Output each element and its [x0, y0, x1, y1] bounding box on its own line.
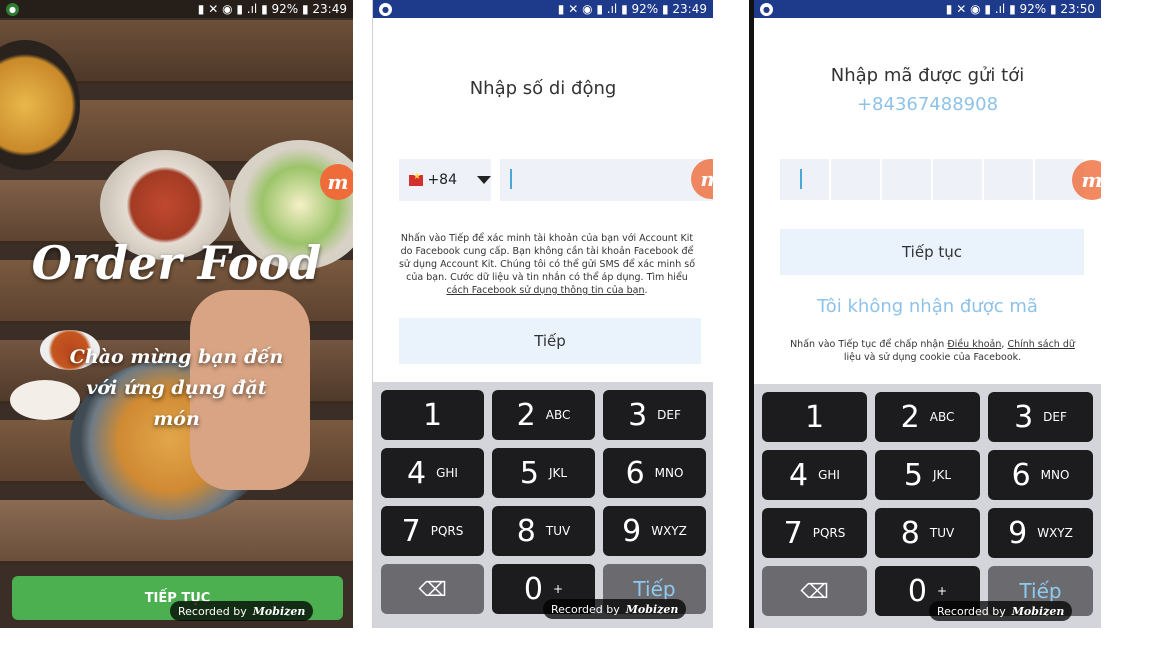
account-kit-disclaimer: Nhấn vào Tiếp để xác minh tài khoản của …	[398, 233, 696, 296]
key-4[interactable]: 4 GHI	[762, 450, 867, 500]
food-background	[0, 0, 353, 628]
target-phone-number: +84367488908	[856, 94, 999, 115]
continue-button[interactable]: Tiếp tục	[780, 229, 1084, 275]
terms-link[interactable]: Điều khoản	[947, 339, 1001, 350]
privacy-link[interactable]: cách Facebook sử dụng thông tin của bạn	[446, 285, 644, 296]
status-bar: ● ▮ ✕ ◉ ▮ .ıl ▮ 92% ▮ 23:49	[0, 0, 353, 18]
code-digit-3[interactable]	[882, 159, 931, 200]
code-digit-2[interactable]	[831, 159, 880, 200]
key-9[interactable]: 9 WXYZ	[603, 506, 706, 556]
key-3[interactable]: 3 DEF	[603, 390, 706, 440]
text-cursor	[510, 169, 512, 189]
verification-code-input[interactable]	[780, 159, 1084, 200]
welcome-subtitle: Chào mừng bạn đến với ứng dụng đặt món	[69, 346, 284, 430]
backspace-key[interactable]: ⌫	[762, 566, 867, 616]
app-notification-icon: ●	[6, 2, 19, 16]
key-8[interactable]: 8 TUV	[875, 508, 980, 558]
key-1[interactable]: 1	[381, 390, 484, 440]
key-6[interactable]: 6 MNO	[988, 450, 1093, 500]
key-4[interactable]: 4 GHI	[381, 448, 484, 498]
page-title: Nhập mã được gửi tới	[830, 65, 1025, 86]
app-notification-icon: ●	[760, 2, 773, 16]
next-button[interactable]: Tiếp	[399, 318, 701, 364]
phone-number-input[interactable]	[500, 159, 713, 201]
key-5[interactable]: 5 JKL	[875, 450, 980, 500]
numeric-keypad: 1 2 ABC 3 DEF 4 GHI 5 JKL 6 MNO 7 PQRS 8 TUV 9 WXYZ ⌫ 0 + Ti…	[373, 382, 713, 628]
key-7[interactable]: 7 PQRS	[381, 506, 484, 556]
key-3[interactable]: 3 DEF	[988, 392, 1093, 442]
key-2[interactable]: 2 ABC	[875, 392, 980, 442]
key-9[interactable]: 9 WXYZ	[988, 508, 1093, 558]
backspace-icon: ⌫	[800, 579, 829, 603]
mobizen-logo-icon[interactable]: m	[320, 164, 353, 200]
chevron-down-icon	[477, 176, 491, 184]
text-cursor	[800, 169, 802, 189]
app-title: Order Food	[31, 236, 322, 290]
phone-entry-screen: ● ▮ ✕ ◉ ▮ .ıl ▮ 92% ▮ 23:49 Nhập số di đ…	[372, 0, 713, 628]
terms-text: Nhấn vào Tiếp tục để chấp nhận Điều khoả…	[790, 339, 1075, 363]
backspace-key[interactable]: ⌫	[381, 564, 484, 614]
page-title: Nhập số di động	[469, 78, 617, 99]
numeric-keypad: 1 2 ABC 3 DEF 4 GHI 5 JKL 6 MNO 7 PQRS 8 TUV 9 WXYZ ⌫ 0 + Ti…	[754, 384, 1101, 628]
recorded-watermark: Recorded by Mobizen	[170, 601, 314, 621]
code-digit-5[interactable]	[984, 159, 1033, 200]
vietnam-flag-icon	[409, 172, 424, 186]
recorded-watermark: Recorded by Mobizen	[929, 601, 1073, 621]
resend-code-link[interactable]: Tôi không nhận được mã	[754, 296, 1101, 317]
status-bar: ● ▮ ✕ ◉ ▮ .ıl ▮ 92% ▮ 23:49	[373, 0, 713, 18]
app-notification-icon: ●	[379, 2, 392, 16]
country-code-select[interactable]: +84	[399, 159, 491, 201]
key-1[interactable]: 1	[762, 392, 867, 442]
data-policy-link[interactable]: Chính sách dữ	[1007, 339, 1074, 350]
welcome-screen: ● ▮ ✕ ◉ ▮ .ıl ▮ 92% ▮ 23:49 m Order Food…	[0, 0, 353, 628]
code-digit-4[interactable]	[933, 159, 982, 200]
recorded-watermark: Recorded by Mobizen	[543, 599, 687, 619]
key-8[interactable]: 8 TUV	[492, 506, 595, 556]
key-6[interactable]: 6 MNO	[603, 448, 706, 498]
key-5[interactable]: 5 JKL	[492, 448, 595, 498]
code-digit-1[interactable]	[780, 159, 829, 200]
status-bar: ● ▮ ✕ ◉ ▮ .ıl ▮ 92% ▮ 23:50	[754, 0, 1101, 18]
key-7[interactable]: 7 PQRS	[762, 508, 867, 558]
key-2[interactable]: 2 ABC	[492, 390, 595, 440]
code-entry-screen: ● ▮ ✕ ◉ ▮ .ıl ▮ 92% ▮ 23:50 Nhập mã được…	[749, 0, 1101, 628]
backspace-icon: ⌫	[418, 577, 447, 601]
